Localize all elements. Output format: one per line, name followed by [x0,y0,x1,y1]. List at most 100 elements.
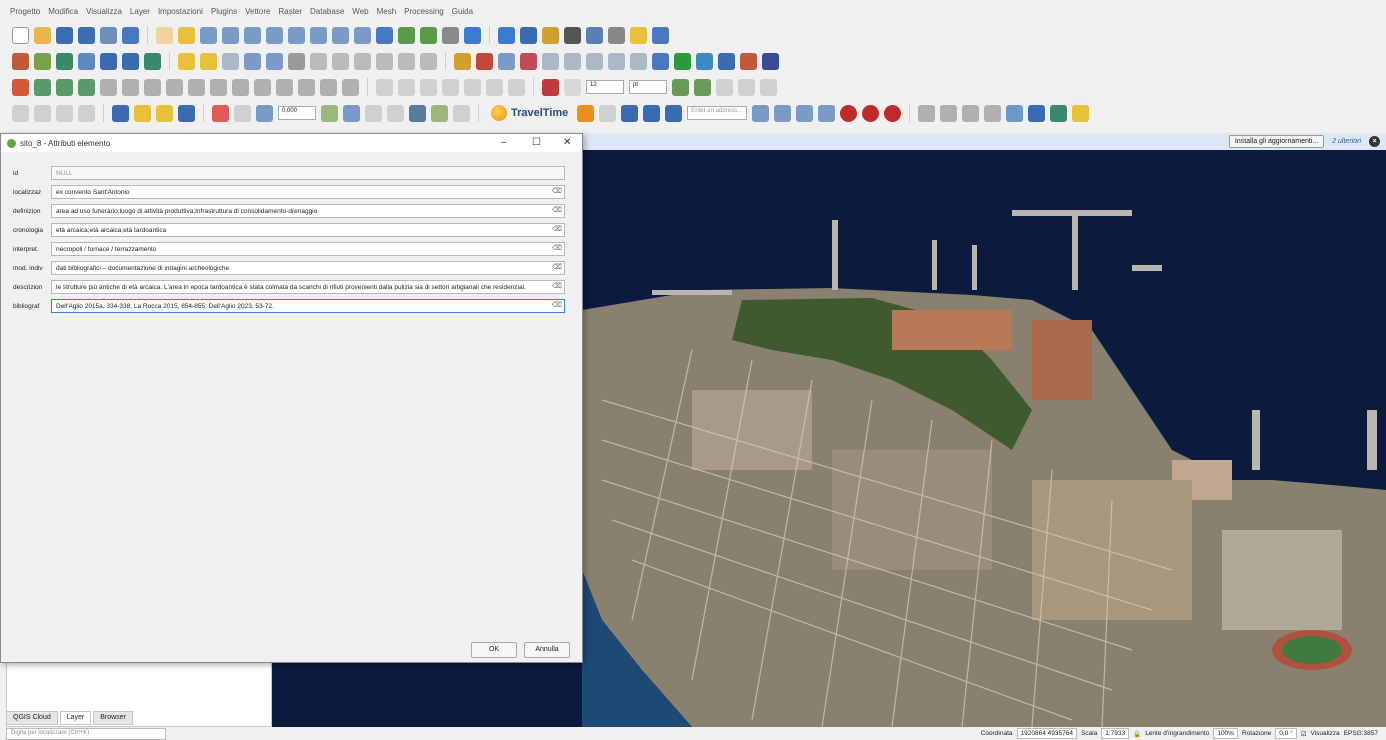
align-icon[interactable] [376,78,393,96]
ok-button[interactable]: OK [471,642,517,658]
localizzaz-field[interactable]: ex convento Sant'Antonio ⌫ [51,185,565,199]
coordinate-field[interactable]: 1920864 4935764 [1016,728,1077,739]
crs-button[interactable]: EPSG:3857 [1344,730,1378,737]
zoom-selection-icon[interactable] [266,26,283,44]
tab-browser[interactable]: Browser [93,711,133,725]
cloud-b-icon[interactable] [884,104,902,122]
close-dialog-icon[interactable]: ✕ [563,137,571,148]
label-pin-icon[interactable] [476,52,493,70]
label-show-icon[interactable] [498,52,515,70]
rotate-feature-icon[interactable] [122,78,139,96]
select-location-icon[interactable] [178,104,195,122]
plugin-g-icon[interactable] [962,104,980,122]
scale-input[interactable]: 0,000 [278,106,316,120]
scale-feature-icon[interactable] [144,78,161,96]
layout-manager-icon[interactable] [122,26,139,44]
cut-feature-icon[interactable] [332,52,349,70]
label-move-icon[interactable] [520,52,537,70]
mesh-reindex-icon[interactable] [409,104,426,122]
install-updates-button[interactable]: Installa gli aggiornamenti... [1228,135,1325,148]
fill-ring-icon[interactable] [232,78,249,96]
callout-icon[interactable] [608,52,625,70]
measure-icon[interactable] [608,26,625,44]
italic-icon[interactable] [716,78,733,96]
menu-raster[interactable]: Raster [278,7,302,16]
id-field[interactable]: NULL [51,166,565,180]
pan-icon[interactable] [156,26,173,44]
mesh-select-icon[interactable] [343,104,360,122]
clear-icon[interactable]: ⌫ [552,264,562,272]
select-value-icon[interactable] [134,104,151,122]
menu-processing[interactable]: Processing [404,7,444,16]
redo-icon[interactable] [420,52,437,70]
tab-layer[interactable]: Layer [59,711,92,725]
star-icon[interactable] [774,104,792,122]
clear-icon[interactable]: ⌫ [552,302,562,310]
traveltime-button[interactable]: TravelTime [487,105,572,121]
split-icon[interactable] [342,78,359,96]
traveltime-b-icon[interactable] [599,104,617,122]
rotate-symbol-icon[interactable] [442,78,459,96]
plugin-c-icon[interactable] [740,52,757,70]
trace-icon[interactable] [56,78,73,96]
offset-curve-icon[interactable] [320,78,337,96]
shape-icon[interactable] [100,78,117,96]
toggle-edit-icon[interactable] [200,52,217,70]
mod-indiv-field[interactable]: dati bibliografici – documentazione di i… [51,261,565,275]
new-project-icon[interactable] [12,26,29,44]
mesh-force-icon[interactable] [387,104,404,122]
menu-database[interactable]: Database [310,7,344,16]
cronologia-field[interactable]: età arcaica;età arcaica;età tardoantica ⌫ [51,223,565,237]
descrizion-field[interactable]: le strutture più antiche di età arcaica.… [51,280,565,294]
add-spatialite-icon[interactable] [100,52,117,70]
merge-icon[interactable] [398,78,415,96]
mesh-digitize-icon[interactable] [453,104,470,122]
address-input[interactable]: Enter an address... [687,106,748,120]
menu-progetto[interactable]: Progetto [10,7,40,16]
font-unit-select[interactable]: pt [629,80,667,94]
geocode-icon[interactable] [752,104,770,122]
plugin-e-icon[interactable] [918,104,936,122]
plugin-manager-icon[interactable] [78,104,95,122]
add-delimited-icon[interactable] [78,52,95,70]
open-table-icon[interactable] [586,26,603,44]
triangle-tool-icon[interactable] [674,52,691,70]
trim-extend-icon[interactable] [508,78,525,96]
offset-point-icon[interactable] [464,78,481,96]
bookmark-icon[interactable] [398,26,415,44]
scale-field[interactable]: 1:7933 [1101,728,1130,739]
vertex-tool-icon[interactable] [266,52,283,70]
cloud-icon[interactable] [862,104,880,122]
simplify-icon[interactable] [166,78,183,96]
mesh-transform-icon[interactable] [321,104,338,122]
plugin-d-icon[interactable] [762,52,779,70]
magnet-icon[interactable] [542,78,559,96]
underline-icon[interactable] [738,78,755,96]
reshape-icon[interactable] [298,78,315,96]
traveltime-filter-icon[interactable] [643,104,661,122]
star-b-icon[interactable] [796,104,814,122]
stop-icon[interactable] [840,104,858,122]
deselect-icon[interactable] [156,104,173,122]
zoom-layer-icon[interactable] [288,26,305,44]
python-icon[interactable] [34,104,51,122]
save-as-icon[interactable] [78,26,95,44]
open-project-icon[interactable] [34,26,51,44]
mesh-delete-icon[interactable] [365,104,382,122]
menu-layer[interactable]: Layer [130,7,150,16]
menu-vettore[interactable]: Vettore [245,7,270,16]
digitize-icon[interactable] [12,78,29,96]
menu-plugins[interactable]: Plugins [211,7,237,16]
menu-guida[interactable]: Guida [452,7,473,16]
plugin-f-icon[interactable] [940,104,958,122]
annotation-icon[interactable] [630,26,647,44]
add-part-icon[interactable] [210,78,227,96]
zoom-out-icon[interactable] [222,26,239,44]
render-checkbox[interactable]: ☑ [1301,730,1307,738]
mesh-edit-icon[interactable] [256,104,273,122]
identify-icon[interactable] [498,26,515,44]
add-layer-icon[interactable] [12,52,29,70]
add-ring-icon[interactable] [188,78,205,96]
snap-icon[interactable] [34,78,51,96]
zoom-native-icon[interactable] [310,26,327,44]
